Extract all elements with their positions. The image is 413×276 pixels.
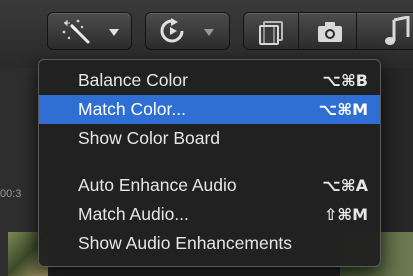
menu-item-label: Match Audio... — [78, 204, 189, 224]
menu-item-label: Show Color Board — [78, 128, 221, 148]
keyboard-shortcut: ⌥⌘A — [322, 176, 368, 195]
clip-icon[interactable] — [257, 20, 285, 46]
keyboard-shortcut: ⇧⌘M — [323, 205, 368, 224]
menu-item-label: Show Audio Enhancements — [78, 233, 293, 253]
menu-item-balance-color[interactable]: Balance Color ⌥⌘B — [39, 66, 380, 95]
keyboard-shortcut: ⌥⌘B — [322, 71, 368, 90]
camera-icon[interactable] — [316, 20, 344, 44]
enhancements-menu: Balance Color ⌥⌘B Match Color... ⌥⌘M Sho… — [38, 59, 381, 267]
menu-item-auto-enhance-audio[interactable]: Auto Enhance Audio ⌥⌘A — [39, 171, 380, 200]
toolbar-divider — [356, 12, 357, 50]
menu-item-match-audio[interactable]: Match Audio... ⇧⌘M — [39, 200, 380, 229]
menu-separator — [39, 153, 380, 171]
music-icon[interactable] — [384, 16, 410, 46]
menu-item-label: Match Color... — [78, 99, 186, 119]
menu-item-match-color[interactable]: Match Color... ⌥⌘M — [39, 95, 380, 124]
keyboard-shortcut: ⌥⌘M — [318, 100, 368, 119]
chevron-down-icon[interactable] — [203, 28, 215, 37]
menu-item-label: Balance Color — [78, 70, 188, 90]
toolbar-divider — [298, 12, 299, 50]
retime-icon[interactable] — [158, 18, 188, 44]
menu-item-label: Auto Enhance Audio — [78, 175, 237, 195]
toolbar — [0, 0, 413, 68]
magic-wand-icon[interactable] — [58, 18, 98, 46]
menu-item-show-audio-enhancements[interactable]: Show Audio Enhancements — [39, 229, 380, 258]
timecode: 00:3 — [0, 188, 22, 200]
menu-item-show-color-board[interactable]: Show Color Board — [39, 124, 380, 153]
chevron-down-icon[interactable] — [108, 28, 120, 37]
